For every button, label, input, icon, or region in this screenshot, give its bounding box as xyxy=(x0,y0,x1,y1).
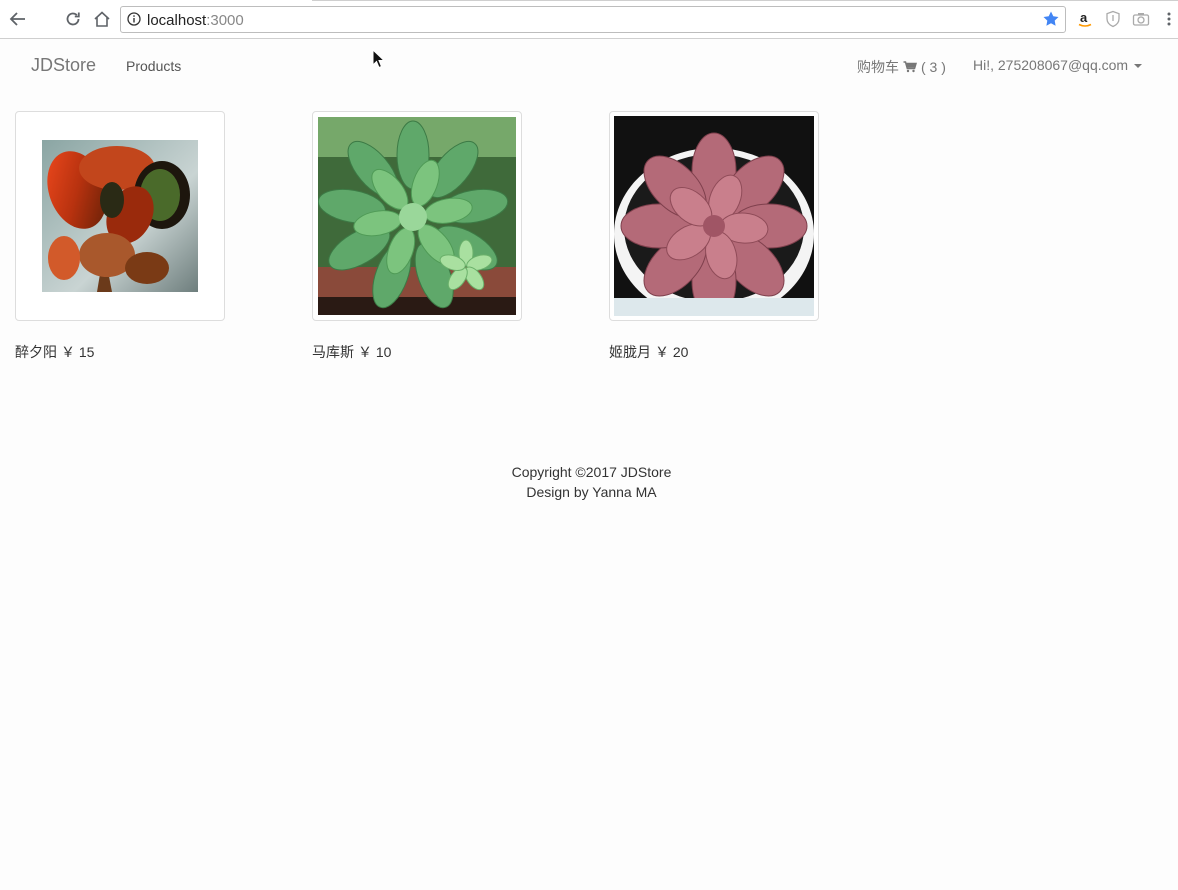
product-caption[interactable]: 醉夕阳 ￥ 15 xyxy=(15,342,225,362)
mouse-pointer-icon xyxy=(372,49,386,69)
browser-menu-icon[interactable] xyxy=(1160,10,1178,28)
home-icon xyxy=(94,11,110,27)
product-card: 姬胧月 ￥ 20 xyxy=(609,111,819,362)
product-thumbnail[interactable] xyxy=(15,111,225,321)
caret-down-icon xyxy=(1134,64,1143,68)
info-icon[interactable] xyxy=(127,12,141,31)
url-host: localhost xyxy=(147,12,207,29)
back-button[interactable] xyxy=(7,8,29,30)
nav-cart-link[interactable]: 购物车 ( 3 ) xyxy=(857,57,946,77)
product-image-succulent-pink xyxy=(614,116,814,316)
cart-label: 购物车 xyxy=(857,59,899,75)
browser-toolbar: localhost:3000 a xyxy=(0,0,1178,39)
address-bar[interactable]: localhost:3000 xyxy=(120,6,1066,33)
reload-icon xyxy=(66,12,80,26)
footer-copyright: Copyright ©2017 JDStore xyxy=(511,464,672,480)
product-price: ￥ 10 xyxy=(358,344,392,360)
amazon-extension-icon[interactable]: a xyxy=(1076,10,1094,28)
home-button[interactable] xyxy=(91,8,113,30)
tab-strip-edge xyxy=(312,0,1178,1)
product-card: 马库斯 ￥ 10 xyxy=(312,111,522,362)
nav-products-link[interactable]: Products xyxy=(126,58,181,74)
product-name: 马库斯 xyxy=(312,344,354,360)
cart-count: ( 3 ) xyxy=(921,59,946,75)
user-dropdown[interactable]: Hi!, 275208067@qq.com xyxy=(973,57,1143,73)
brand-link[interactable]: JDStore xyxy=(31,55,96,76)
svg-text:a: a xyxy=(1080,10,1088,25)
shopping-cart-icon xyxy=(903,61,917,73)
product-image-succulent-green xyxy=(318,117,516,315)
shield-extension-icon[interactable] xyxy=(1104,10,1122,28)
product-price: ￥ 20 xyxy=(655,344,689,360)
user-greeting: Hi!, 275208067@qq.com xyxy=(973,57,1129,73)
product-card: 醉夕阳 ￥ 15 xyxy=(15,111,225,362)
product-name: 姬胧月 xyxy=(609,344,651,360)
product-image-succulent-red xyxy=(42,140,198,292)
arrow-left-icon xyxy=(9,12,25,26)
url-port: :3000 xyxy=(206,12,244,29)
product-thumbnail[interactable] xyxy=(312,111,522,321)
camera-extension-icon[interactable] xyxy=(1132,10,1150,28)
product-thumbnail[interactable] xyxy=(609,111,819,321)
footer-design-credit: Design by Yanna MA xyxy=(526,484,657,500)
url-text: localhost:3000 xyxy=(147,12,244,29)
product-price: ￥ 15 xyxy=(61,344,95,360)
bookmark-star-icon[interactable] xyxy=(1042,10,1060,33)
product-caption[interactable]: 马库斯 ￥ 10 xyxy=(312,342,522,362)
page-footer: Copyright ©2017 JDStore Design by Yanna … xyxy=(0,462,1178,502)
product-caption[interactable]: 姬胧月 ￥ 20 xyxy=(609,342,819,362)
site-navbar: JDStore Products 购物车 ( 3 ) Hi!, 27520806… xyxy=(0,40,1178,90)
product-name: 醉夕阳 xyxy=(15,344,57,360)
reload-button[interactable] xyxy=(62,8,84,30)
